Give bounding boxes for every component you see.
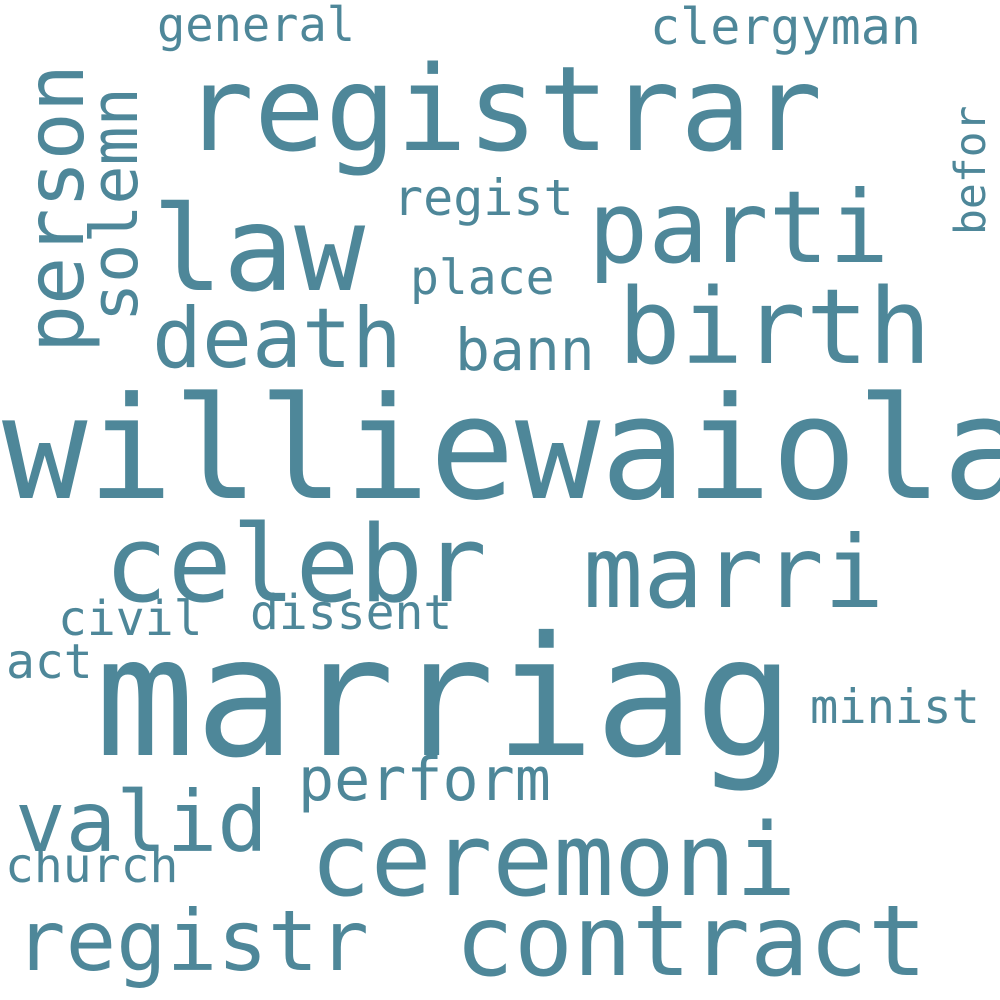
word-registr: registr — [15, 892, 370, 990]
word-solemn: solemn — [78, 87, 153, 322]
word-birth: birth — [618, 266, 932, 388]
word-church: church — [5, 838, 179, 894]
word-act: act — [6, 634, 93, 690]
word-registrar: registrar — [183, 40, 823, 178]
word-regist: regist — [393, 169, 574, 227]
word-place: place — [410, 250, 555, 306]
word-minist: minist — [810, 680, 980, 735]
word-clergyman: clergyman — [650, 0, 921, 56]
word-contract: contract — [455, 885, 928, 999]
word-williewaiola: williewaiola — [2, 367, 1000, 532]
word-befor: befor — [946, 105, 996, 235]
word-general: general — [157, 0, 356, 53]
word-cloud: registrar general clergyman law parti re… — [0, 0, 1000, 1000]
word-parti: parti — [588, 169, 890, 286]
